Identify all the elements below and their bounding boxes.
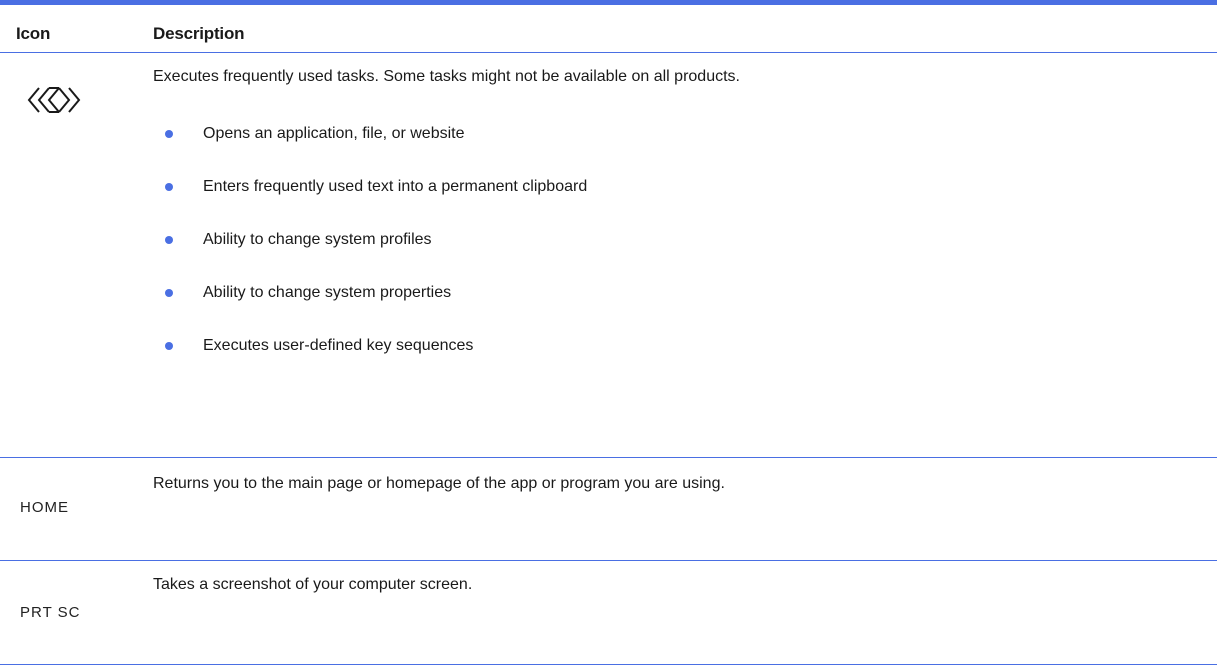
list-item: Ability to change system properties [0,283,1000,303]
bullet-dot [165,130,173,138]
bullet-text: Executes user-defined key sequences [203,337,474,354]
row-description: Returns you to the main page or homepage… [153,475,725,492]
bullet-dot [165,183,173,191]
bullet-text: Ability to change system properties [203,284,452,301]
bullet-text: Opens an application, file, or website [203,125,465,142]
icon-description-table: Icon Description Executes frequently use… [0,0,1217,665]
header-description: Description [153,24,245,43]
list-item: Ability to change system profiles [0,230,1000,250]
table-row: PRT SC Takes a screenshot of your comput… [0,561,1217,665]
list-item: Opens an application, file, or website [0,124,1000,144]
bullet-dot [165,342,173,350]
table-header-row: Icon Description [0,5,1217,53]
bullet-text: Enters frequently used text into a perma… [203,178,588,195]
header-icon: Icon [16,24,51,43]
bullet-list: Opens an application, file, or website E… [0,53,1217,457]
bullet-dot [165,236,173,244]
prtsc-key-label: PRT SC [20,604,81,621]
table-row: HOME Returns you to the main page or hom… [0,458,1217,561]
home-key-label: HOME [20,499,69,516]
bullet-text: Ability to change system profiles [203,231,432,248]
list-item: Enters frequently used text into a perma… [0,177,1000,197]
table-row: Executes frequently used tasks. Some tas… [0,53,1217,458]
bullet-dot [165,289,173,297]
row-description: Takes a screenshot of your computer scre… [153,576,473,593]
list-item: Executes user-defined key sequences [0,336,1000,356]
